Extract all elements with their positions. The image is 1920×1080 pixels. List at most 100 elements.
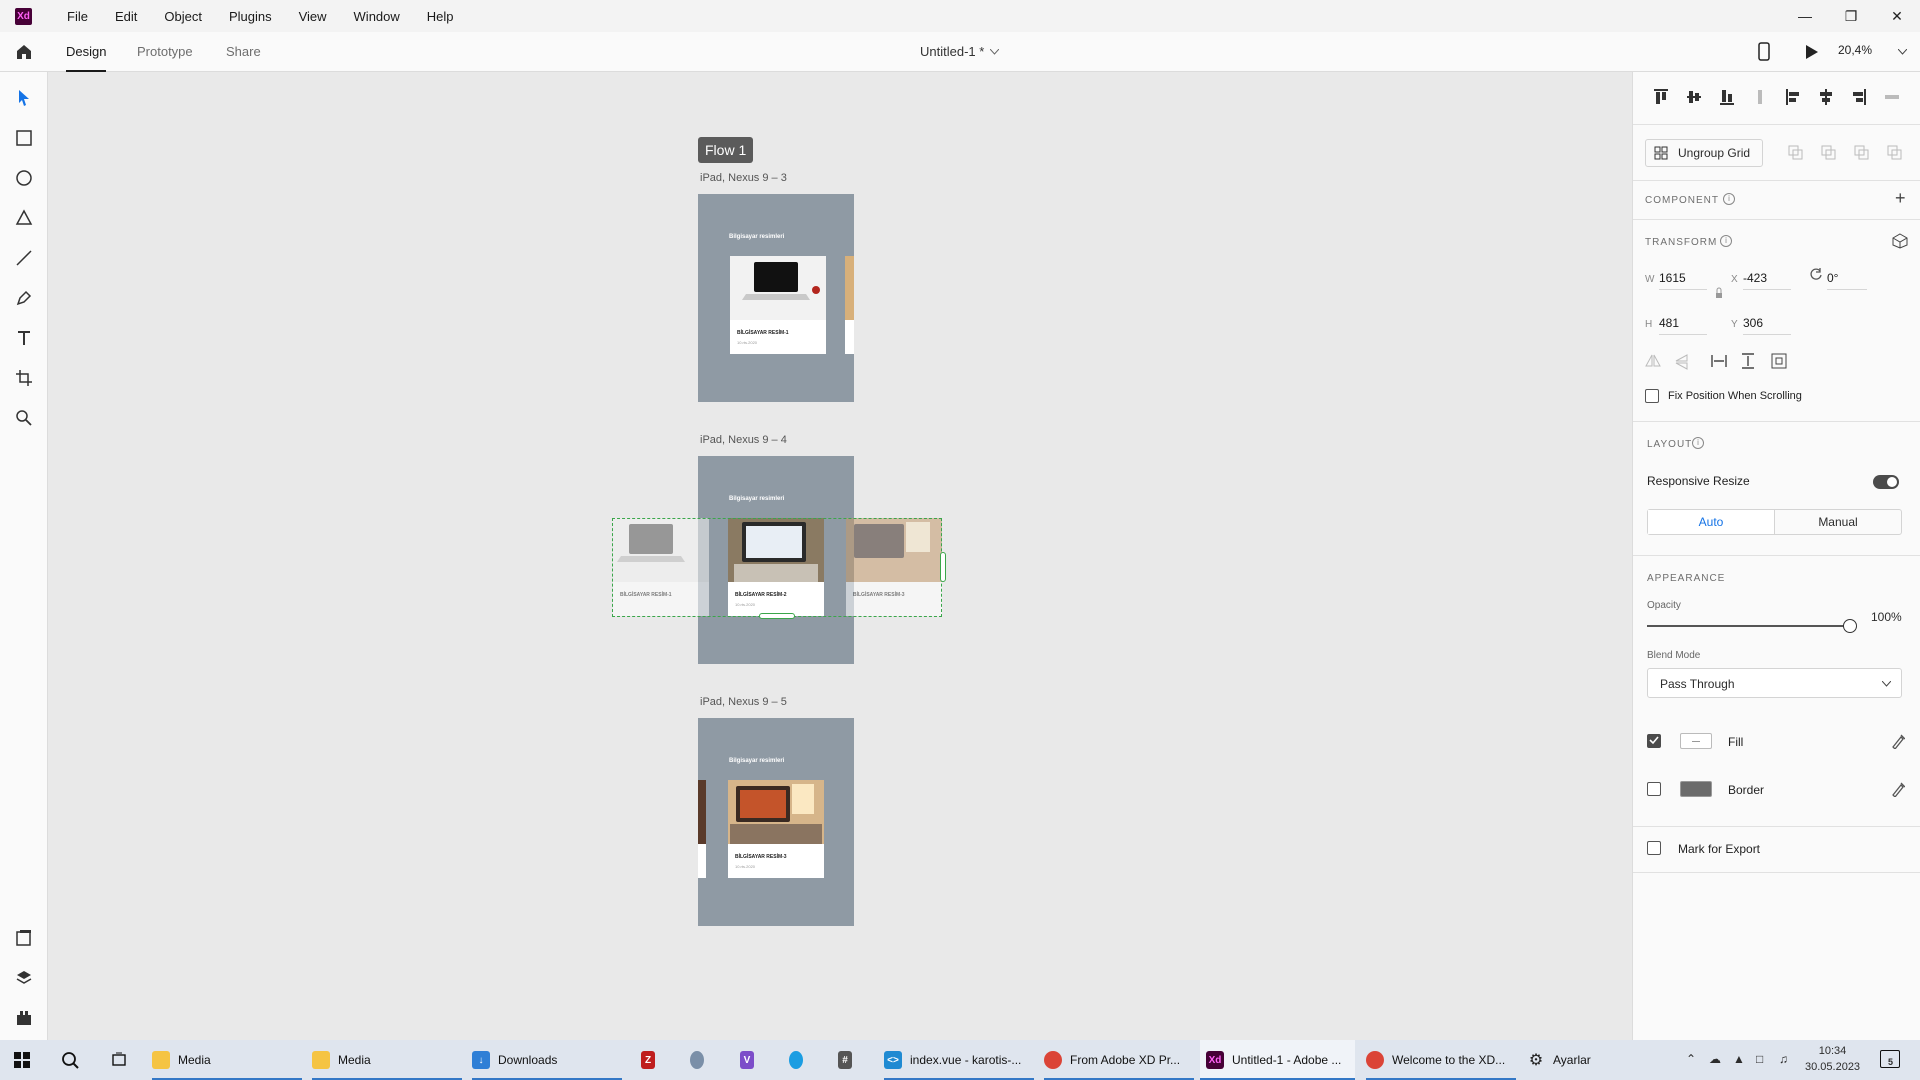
volume-icon[interactable]: ♫ bbox=[1779, 1052, 1788, 1066]
boolean-subtract-icon[interactable] bbox=[1821, 145, 1837, 161]
fill-checkbox[interactable] bbox=[1647, 734, 1661, 748]
border-swatch[interactable] bbox=[1680, 781, 1712, 797]
fit-height-icon[interactable] bbox=[1741, 353, 1755, 369]
document-title[interactable]: Untitled-1 * bbox=[920, 44, 984, 59]
add-component-icon[interactable]: + bbox=[1895, 188, 1906, 209]
taskbar-app-media[interactable]: Media bbox=[312, 1040, 462, 1080]
align-top-icon[interactable] bbox=[1653, 88, 1669, 106]
task-view-icon[interactable] bbox=[111, 1052, 127, 1068]
tray-chevron-up-icon[interactable]: ⌃ bbox=[1686, 1052, 1696, 1066]
fill-swatch[interactable] bbox=[1680, 733, 1712, 749]
menu-object[interactable]: Object bbox=[164, 9, 202, 24]
select-tool-icon[interactable] bbox=[14, 88, 34, 108]
align-center-icon[interactable] bbox=[1818, 88, 1834, 106]
text-tool-icon[interactable] bbox=[14, 328, 34, 348]
taskbar-app-media[interactable]: Media bbox=[152, 1040, 302, 1080]
manual-option[interactable]: Manual bbox=[1774, 510, 1901, 534]
notification-center-icon[interactable]: 5 bbox=[1880, 1050, 1900, 1068]
play-icon[interactable] bbox=[1805, 44, 1819, 60]
windows-start-icon[interactable] bbox=[14, 1052, 30, 1068]
opacity-slider-thumb[interactable] bbox=[1843, 619, 1857, 633]
fix-position-checkbox[interactable] bbox=[1645, 389, 1659, 403]
y-field[interactable]: 306 bbox=[1743, 316, 1791, 335]
distribute-horizontal-icon[interactable] bbox=[1884, 88, 1900, 106]
mark-for-export-checkbox[interactable] bbox=[1647, 841, 1661, 855]
artboard-label[interactable]: iPad, Nexus 9 – 5 bbox=[700, 696, 787, 708]
network-icon[interactable]: □ bbox=[1756, 1052, 1763, 1066]
blend-mode-dropdown[interactable]: Pass Through bbox=[1647, 668, 1902, 698]
taskbar-app-settings[interactable]: ⚙ Ayarlar bbox=[1527, 1040, 1677, 1080]
info-icon[interactable]: i bbox=[1720, 235, 1732, 247]
width-field[interactable]: 1615 bbox=[1659, 271, 1707, 290]
plugins-icon[interactable] bbox=[14, 1008, 34, 1028]
artboard[interactable]: Bilgisayar resimleri BİLGİSAYAR RESİM-3 … bbox=[698, 718, 854, 926]
menu-plugins[interactable]: Plugins bbox=[229, 9, 272, 24]
flow-label[interactable]: Flow 1 bbox=[698, 137, 754, 163]
flip-horizontal-icon[interactable] bbox=[1645, 354, 1661, 368]
device-preview-icon[interactable] bbox=[1758, 42, 1770, 61]
taskbar-app-edge[interactable] bbox=[789, 1040, 811, 1080]
tab-design[interactable]: Design bbox=[66, 44, 106, 59]
home-icon[interactable] bbox=[14, 42, 34, 62]
ungroup-grid-button[interactable]: Ungroup Grid bbox=[1645, 139, 1763, 167]
onedrive-icon[interactable]: ☁ bbox=[1709, 1052, 1721, 1066]
fit-content-icon[interactable] bbox=[1771, 353, 1787, 369]
align-bottom-icon[interactable] bbox=[1719, 88, 1735, 106]
grid-row-handle[interactable] bbox=[759, 613, 795, 619]
line-tool-icon[interactable] bbox=[14, 248, 34, 268]
info-icon[interactable]: i bbox=[1723, 193, 1735, 205]
taskbar-app-downloads[interactable]: ↓ Downloads bbox=[472, 1040, 622, 1080]
height-field[interactable]: 481 bbox=[1659, 316, 1707, 335]
polygon-tool-icon[interactable] bbox=[14, 208, 34, 228]
align-left-icon[interactable] bbox=[1785, 88, 1801, 106]
auto-option[interactable]: Auto bbox=[1648, 510, 1774, 534]
flip-vertical-icon[interactable] bbox=[1675, 354, 1689, 370]
image-card[interactable]: BİLGİSAYAR RESİM-3 10.rts.2020 bbox=[728, 780, 824, 878]
restore-icon[interactable]: ❐ bbox=[1828, 0, 1874, 32]
minimize-icon[interactable]: — bbox=[1782, 0, 1828, 32]
artboard[interactable]: Bilgisayar resimleri BİLGİSAYAR RESİM-1 … bbox=[698, 194, 854, 402]
search-icon[interactable] bbox=[61, 1051, 79, 1069]
menu-view[interactable]: View bbox=[299, 9, 327, 24]
menu-help[interactable]: Help bbox=[427, 9, 454, 24]
eyedropper-icon[interactable] bbox=[1891, 733, 1905, 749]
zoom-chevron-icon[interactable] bbox=[1898, 49, 1907, 55]
3d-transform-icon[interactable] bbox=[1892, 233, 1908, 249]
design-canvas[interactable]: Flow 1 iPad, Nexus 9 – 3 Bilgisayar resi… bbox=[49, 72, 1632, 1040]
boolean-exclude-icon[interactable] bbox=[1887, 145, 1903, 161]
rectangle-tool-icon[interactable] bbox=[14, 128, 34, 148]
boolean-add-icon[interactable] bbox=[1788, 145, 1804, 161]
taskbar-app-chrome[interactable]: Welcome to the XD... bbox=[1366, 1040, 1516, 1080]
layers-icon[interactable] bbox=[14, 968, 34, 988]
ellipse-tool-icon[interactable] bbox=[14, 168, 34, 188]
align-right-icon[interactable] bbox=[1851, 88, 1867, 106]
align-middle-icon[interactable] bbox=[1686, 88, 1702, 106]
eyedropper-icon[interactable] bbox=[1891, 781, 1905, 797]
border-checkbox[interactable] bbox=[1647, 782, 1661, 796]
taskbar-app-calculator[interactable]: # bbox=[838, 1040, 860, 1080]
boolean-intersect-icon[interactable] bbox=[1854, 145, 1870, 161]
wifi-icon[interactable]: ▲ bbox=[1733, 1052, 1745, 1066]
chevron-down-icon[interactable] bbox=[990, 49, 999, 55]
image-card[interactable] bbox=[845, 256, 854, 354]
responsive-resize-toggle[interactable] bbox=[1873, 475, 1899, 489]
x-field[interactable]: -423 bbox=[1743, 271, 1791, 290]
menu-file[interactable]: File bbox=[67, 9, 88, 24]
zoom-tool-icon[interactable] bbox=[14, 408, 34, 428]
artboard-label[interactable]: iPad, Nexus 9 – 3 bbox=[700, 172, 787, 184]
system-clock[interactable]: 10:34 30.05.2023 bbox=[1805, 1043, 1860, 1075]
tab-share[interactable]: Share bbox=[226, 44, 261, 59]
fit-width-icon[interactable] bbox=[1711, 354, 1727, 368]
lock-aspect-icon[interactable] bbox=[1715, 284, 1723, 306]
taskbar-app-filezilla[interactable]: Z bbox=[641, 1040, 663, 1080]
artboard-tool-icon[interactable] bbox=[14, 368, 34, 388]
taskbar-app-vscode[interactable]: <> index.vue - karotis-... bbox=[884, 1040, 1034, 1080]
menu-edit[interactable]: Edit bbox=[115, 9, 137, 24]
repeat-grid-selection[interactable] bbox=[612, 518, 942, 617]
tab-prototype[interactable]: Prototype bbox=[137, 44, 193, 59]
taskbar-app-visual-studio[interactable]: V bbox=[740, 1040, 762, 1080]
distribute-vertical-icon[interactable] bbox=[1752, 88, 1768, 106]
zoom-level[interactable]: 20,4% bbox=[1838, 43, 1872, 57]
image-card[interactable]: BİLGİSAYAR RESİM-1 10.rts.2020 bbox=[730, 256, 826, 354]
close-icon[interactable]: ✕ bbox=[1874, 0, 1920, 32]
